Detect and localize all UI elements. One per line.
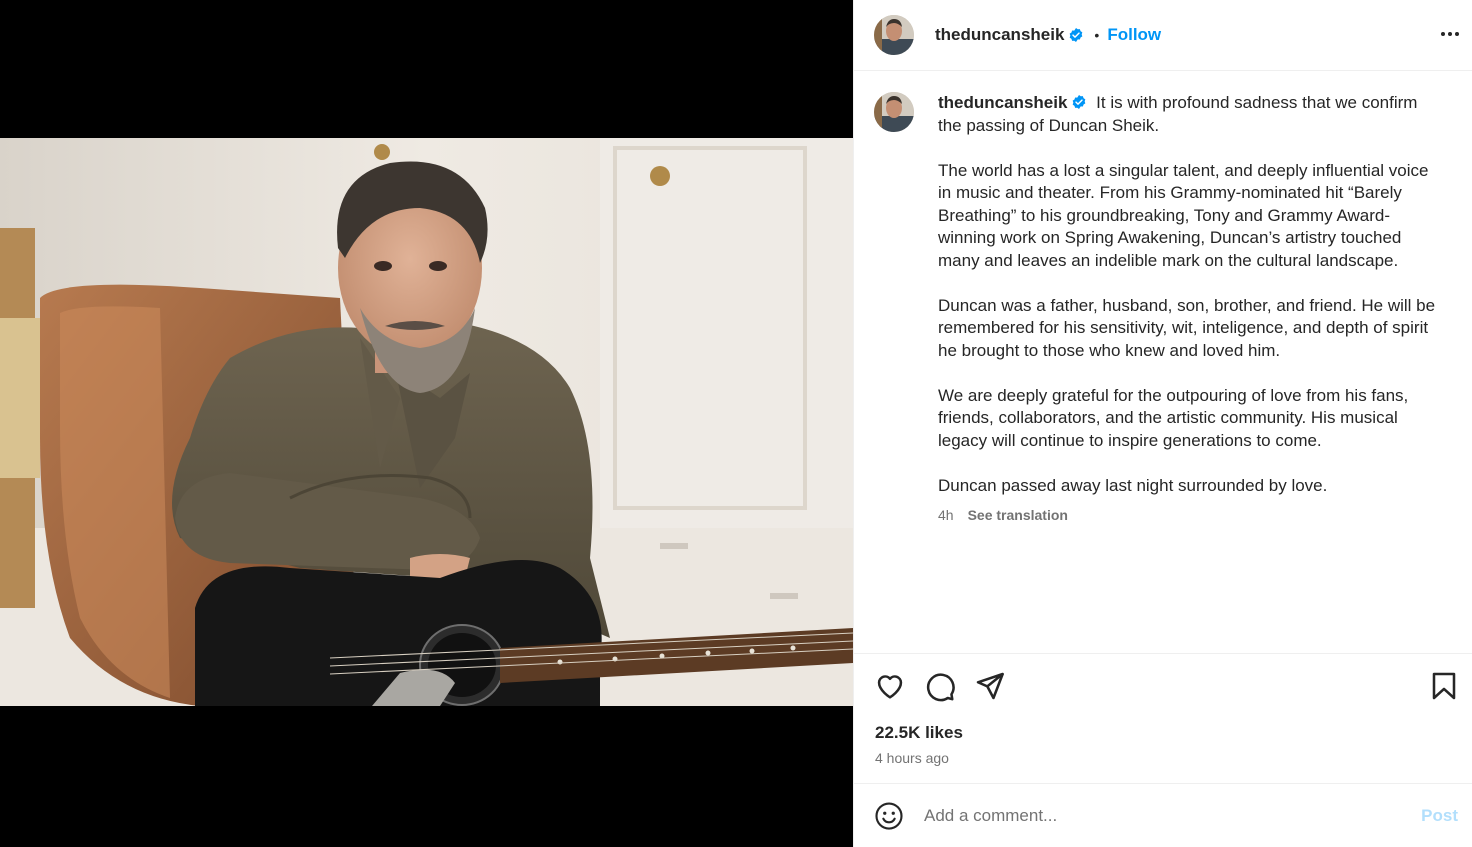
see-translation-link[interactable]: See translation [968, 504, 1068, 527]
caption-paragraph: Duncan passed away last night surrounded… [938, 475, 1328, 495]
comment-icon[interactable] [924, 670, 956, 702]
emoji-icon[interactable] [874, 801, 904, 831]
post-comment-button[interactable]: Post [1421, 806, 1458, 826]
post-header: theduncansheik • Follow [854, 0, 1472, 71]
verified-badge-icon [1073, 95, 1086, 109]
caption-body: theduncansheik It is with profound sadne… [938, 92, 1438, 527]
caption-area: theduncansheik It is with profound sadne… [854, 72, 1472, 652]
post-timestamp[interactable]: 4 hours ago [875, 750, 949, 766]
share-icon[interactable] [974, 670, 1006, 702]
post-media [0, 0, 853, 847]
post-sidebar: theduncansheik • Follow theduncansheik I… [853, 0, 1472, 847]
author-avatar[interactable] [874, 15, 914, 55]
action-icons [874, 670, 1460, 704]
author-username[interactable]: theduncansheik [935, 25, 1064, 45]
comment-input[interactable] [924, 805, 1422, 826]
follow-button[interactable]: Follow [1107, 25, 1161, 45]
post-photo[interactable] [0, 138, 853, 706]
caption-paragraph: The world has a lost a singular talent, … [938, 160, 1429, 270]
like-count[interactable]: 22.5K likes [875, 723, 963, 743]
heart-icon[interactable] [874, 670, 906, 702]
caption-paragraph: Duncan was a father, husband, son, broth… [938, 295, 1436, 360]
more-options-icon[interactable] [1438, 22, 1462, 46]
caption-username[interactable]: theduncansheik [938, 93, 1067, 112]
comment-bar: Post [854, 783, 1472, 847]
post-actions: 22.5K likes 4 hours ago [854, 653, 1472, 783]
caption: theduncansheik It is with profound sadne… [874, 92, 1452, 527]
separator-dot: • [1094, 27, 1100, 43]
caption-meta: 4h See translation [938, 504, 1438, 527]
caption-paragraph: We are deeply grateful for the outpourin… [938, 385, 1409, 450]
verified-badge-icon [1070, 28, 1083, 42]
caption-age[interactable]: 4h [938, 504, 954, 527]
bookmark-icon[interactable] [1428, 670, 1460, 702]
caption-avatar[interactable] [874, 92, 914, 132]
